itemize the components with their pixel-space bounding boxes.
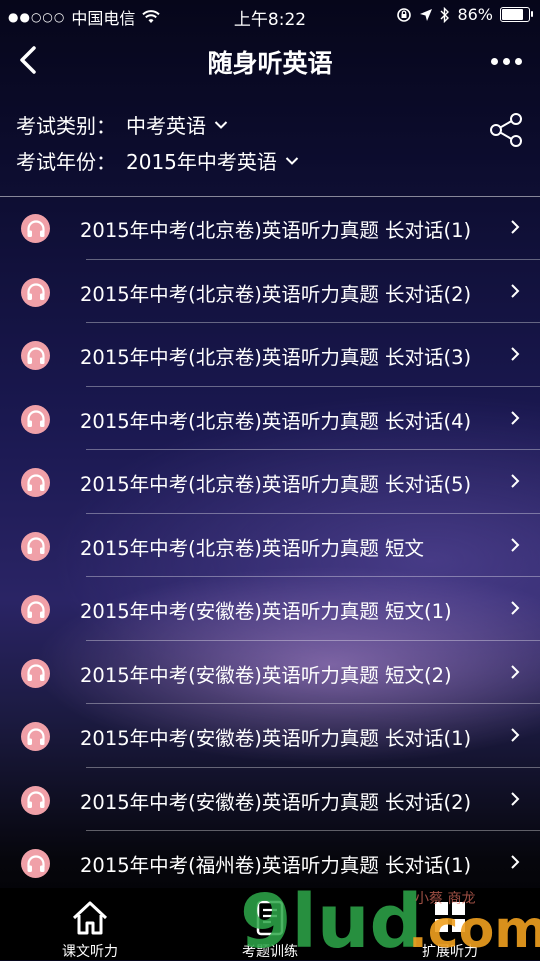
track-title: 2015年中考(安徽卷)英语听力真题 长对话(2) [80, 790, 472, 814]
tab-textbook-listening[interactable]: 课文听力 [0, 888, 180, 960]
rotation-lock-icon [397, 7, 412, 22]
year-selector[interactable]: 考试年份： 2015年中考英语 [16, 146, 299, 175]
track-list-item[interactable]: 2015年中考(安徽卷)英语听力真题 长对话(1) [0, 704, 540, 768]
track-title: 2015年中考(北京卷)英语听力真题 长对话(3) [80, 346, 472, 369]
track-list-item[interactable]: 2015年中考(安徽卷)英语听力真题 短文(1) [0, 577, 540, 641]
track-title: 2015年中考(北京卷)英语听力真题 长对话(5) [80, 473, 472, 496]
track-list-item[interactable]: 2015年中考(北京卷)英语听力真题 长对话(4) [0, 387, 540, 450]
navigation-bar: 随身听英语 [0, 30, 540, 92]
chevron-right-icon [511, 537, 520, 552]
track-title: 2015年中考(北京卷)英语听力真题 长对话(2) [80, 282, 472, 306]
headphones-icon [21, 785, 50, 815]
track-list-item[interactable]: 2015年中考(北京卷)英语听力真题 长对话(1) [0, 196, 540, 260]
track-list-item[interactable]: 2015年中考(北京卷)英语听力真题 长对话(2) [0, 260, 540, 323]
headphones-icon [21, 658, 50, 688]
track-list-item[interactable]: 2015年中考(北京卷)英语听力真题 短文 [0, 514, 540, 577]
tab-label: 扩展听力 [422, 944, 478, 960]
category-label: 考试类别： [16, 114, 116, 138]
headphones-icon [21, 404, 50, 434]
grid-icon [435, 902, 465, 932]
tab-extended-listening[interactable]: 扩展听力 [360, 888, 540, 960]
track-title: 2015年中考(安徽卷)英语听力真题 短文(1) [80, 600, 452, 623]
headphones-icon [21, 531, 50, 561]
chevron-right-icon [511, 664, 520, 679]
bluetooth-icon [440, 6, 450, 23]
chevron-right-icon [511, 410, 520, 425]
more-options-button[interactable] [491, 58, 522, 65]
headphones-icon [21, 341, 50, 370]
category-selector[interactable]: 考试类别： 中考英语 [16, 110, 228, 139]
more-dot-icon [515, 58, 522, 65]
track-title: 2015年中考(安徽卷)英语听力真题 长对话(1) [80, 727, 472, 750]
track-title: 2015年中考(北京卷)英语听力真题 短文 [80, 536, 425, 560]
track-list-item[interactable]: 2015年中考(安徽卷)英语听力真题 短文(2) [0, 641, 540, 704]
category-value[interactable]: 中考英语 [126, 110, 206, 139]
track-title: 2015年中考(福州卷)英语听力真题 长对话(1) [80, 854, 472, 877]
headphones-icon [21, 849, 50, 878]
home-icon [72, 901, 108, 935]
share-icon[interactable] [488, 112, 524, 148]
chevron-right-icon [511, 728, 520, 742]
chevron-down-icon[interactable] [285, 156, 299, 166]
headphones-icon [21, 214, 50, 243]
location-arrow-icon [420, 8, 433, 21]
track-title: 2015年中考(北京卷)英语听力真题 长对话(1) [80, 219, 472, 242]
chevron-right-icon [511, 791, 520, 806]
page-title: 随身听英语 [207, 49, 333, 78]
battery-percent: 86% [457, 5, 493, 24]
headphones-icon [21, 722, 50, 751]
track-title: 2015年中考(北京卷)英语听力真题 长对话(4) [80, 409, 472, 433]
status-bar: ●●○○○ 中国电信 上午8:22 86% [0, 0, 540, 30]
track-list-item[interactable]: 2015年中考(北京卷)英语听力真题 长对话(3) [0, 323, 540, 387]
track-list-item[interactable]: 2015年中考(福州卷)英语听力真题 长对话(1) [0, 831, 540, 895]
tab-label: 课文听力 [62, 944, 118, 960]
more-dot-icon [491, 58, 498, 65]
chevron-down-icon[interactable] [214, 120, 228, 130]
chevron-right-icon [511, 220, 520, 234]
battery-icon [500, 7, 533, 22]
track-list: 2015年中考(北京卷)英语听力真题 长对话(1) 2015年中考(北京卷)英语听… [0, 196, 540, 895]
headphones-icon [21, 595, 50, 624]
track-list-item[interactable]: 2015年中考(安徽卷)英语听力真题 长对话(2) [0, 768, 540, 831]
headphones-icon [21, 277, 50, 307]
track-title: 2015年中考(安徽卷)英语听力真题 短文(2) [80, 663, 452, 687]
more-dot-icon [503, 58, 510, 65]
chevron-right-icon [511, 347, 520, 361]
chevron-right-icon [511, 601, 520, 615]
exam-icon [256, 900, 284, 936]
chevron-right-icon [511, 283, 520, 298]
headphones-icon [21, 468, 50, 497]
chevron-right-icon [511, 474, 520, 488]
chevron-right-icon [511, 855, 520, 869]
year-label: 考试年份： [16, 150, 116, 174]
tab-label: 考题训练 [242, 944, 298, 960]
tab-bar: 课文听力 考题训练 扩展听力 [0, 888, 540, 960]
track-list-item[interactable]: 2015年中考(北京卷)英语听力真题 长对话(5) [0, 450, 540, 514]
year-value[interactable]: 2015年中考英语 [126, 146, 277, 175]
tab-exam-training[interactable]: 考题训练 [180, 888, 360, 960]
filter-panel: 考试类别： 中考英语 考试年份： 2015年中考英语 [0, 92, 540, 197]
